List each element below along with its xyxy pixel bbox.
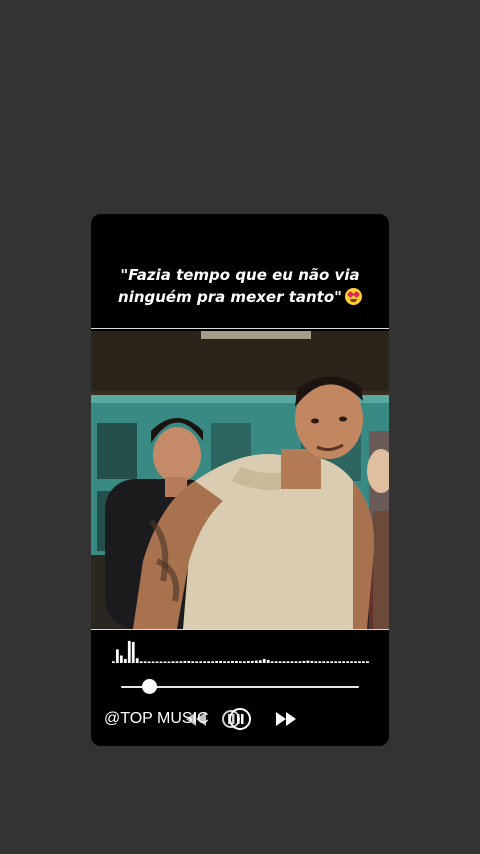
waveform-bar [246, 660, 250, 663]
waveform-bar [298, 661, 302, 663]
waveform-bar [274, 661, 278, 663]
waveform-bar [223, 661, 226, 663]
waveform-bar [155, 661, 159, 663]
waveform-bar [254, 660, 258, 663]
waveform-bar [179, 661, 183, 663]
waveform-bar [286, 661, 290, 663]
waveform-bar [235, 660, 238, 663]
waveform-bar [143, 661, 147, 663]
waveform-bar [131, 641, 135, 663]
waveform-bar [199, 661, 203, 663]
waveform-bar [127, 640, 131, 663]
waveform-bar [342, 661, 345, 663]
waveform-bar [239, 661, 242, 663]
waveform-bar [139, 661, 143, 663]
pause-icon[interactable] [220, 707, 252, 731]
waveform-bar [159, 661, 163, 663]
waveform-bar [278, 661, 282, 663]
waveform-bar [354, 661, 357, 663]
waveform-bar [112, 661, 115, 663]
waveform-bar [270, 661, 274, 663]
rewind-icon[interactable] [184, 711, 208, 727]
waveform-bar [231, 660, 234, 663]
waveform-bar [123, 658, 127, 663]
divider-top [91, 328, 389, 329]
waveform-bar [338, 661, 342, 663]
waveform-bar [310, 660, 314, 663]
waveform-bar [258, 660, 262, 663]
waveform-bar [266, 659, 270, 663]
waveform-bar [326, 661, 330, 663]
waveform-bar [294, 661, 298, 663]
waveform-bar [147, 661, 151, 663]
waveform-bar [183, 660, 187, 663]
waveform-bar [191, 661, 195, 663]
waveform-bar [262, 658, 266, 663]
caption-line: "Fazia tempo que eu não via [120, 266, 360, 284]
waveform-bar [350, 661, 353, 663]
waveform-bar [314, 661, 318, 663]
story-caption: "Fazia tempo que eu não via ninguém pra … [91, 264, 389, 308]
waveform-bar [346, 661, 349, 663]
waveform-bar [115, 649, 119, 663]
waveform-bar [290, 661, 294, 663]
waveform-bar [362, 661, 365, 663]
waveform-bar [242, 661, 246, 663]
waveform-bar [151, 661, 155, 663]
waveform-bar [358, 661, 361, 663]
story-card: "Fazia tempo que eu não via ninguém pra … [91, 214, 389, 746]
waveform-bar [330, 661, 334, 663]
waveform-bar [207, 661, 211, 663]
waveform-bar [171, 661, 175, 663]
waveform-bar [334, 661, 338, 663]
waveform-bar [175, 661, 179, 663]
waveform-bar [211, 661, 215, 663]
caption-line-text: ninguém pra mexer tanto" [118, 288, 342, 306]
waveform-bar [306, 660, 310, 663]
waveform-bar [282, 661, 286, 663]
video-frame[interactable] [91, 331, 389, 629]
caption-line: ninguém pra mexer tanto" [91, 286, 389, 308]
waveform-bar [366, 661, 369, 663]
waveform-bar [135, 658, 139, 663]
audio-waveform [112, 640, 369, 663]
waveform-bar [119, 655, 123, 663]
fast-forward-icon[interactable] [274, 711, 298, 727]
waveform-bar [187, 660, 191, 663]
waveform-bar [203, 661, 207, 663]
seek-knob[interactable] [142, 679, 158, 694]
waveform-bar [227, 661, 230, 663]
waveform-bar [250, 660, 254, 663]
waveform-bar [195, 661, 199, 663]
waveform-bar [167, 661, 171, 663]
waveform-bar [318, 661, 322, 663]
waveform-bar [219, 660, 222, 663]
heart-eyes-emoji-icon [344, 288, 362, 305]
waveform-bar [163, 661, 167, 663]
waveform-bar [322, 661, 326, 663]
waveform-bar [215, 660, 218, 663]
video-thumbnail [91, 331, 389, 629]
waveform-bar [302, 660, 306, 663]
